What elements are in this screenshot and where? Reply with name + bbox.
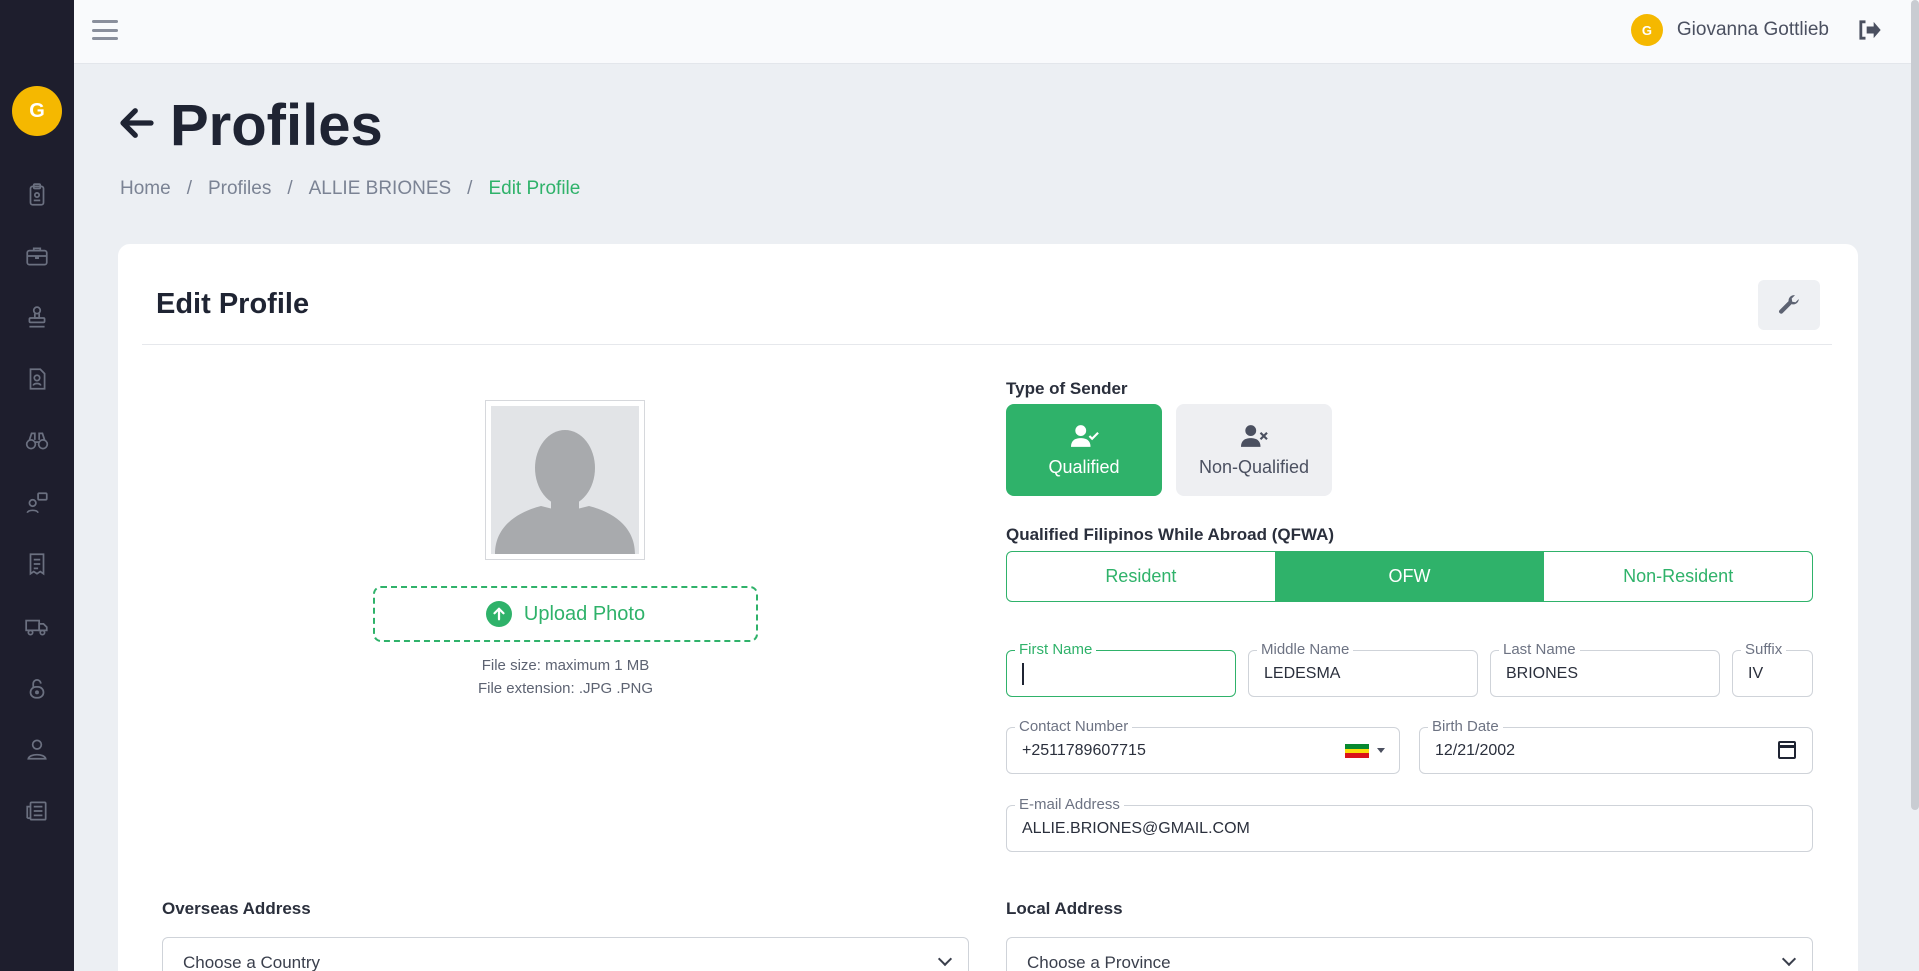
profile-photo bbox=[485, 400, 645, 560]
country-dropdown-icon[interactable] bbox=[1377, 748, 1385, 753]
chevron-down-icon bbox=[937, 951, 953, 967]
breadcrumb-profiles[interactable]: Profiles bbox=[208, 178, 271, 200]
birth-date-field[interactable]: Birth Date 12/21/2002 bbox=[1419, 718, 1813, 774]
upload-photo-label: Upload Photo bbox=[523, 602, 646, 625]
local-address-label: Local Address bbox=[1006, 899, 1123, 918]
overseas-address-label: Overseas Address bbox=[162, 899, 311, 918]
text-cursor bbox=[1022, 663, 1024, 685]
birth-date-value: 12/21/2002 bbox=[1435, 742, 1516, 759]
email-field[interactable]: E-mail Address ALLIE.BRIONES@GMAIL.COM bbox=[1006, 796, 1813, 852]
user-chat-icon[interactable] bbox=[22, 488, 52, 518]
breadcrumb-current: Edit Profile bbox=[488, 178, 581, 199]
qfwa-ofw-option[interactable]: OFW bbox=[1274, 552, 1544, 601]
file-size-note: File size: maximum 1 MB bbox=[481, 657, 650, 674]
breadcrumb: Home / Profiles / ALLIE BRIONES / Edit P… bbox=[120, 178, 580, 200]
edit-profile-card: Edit Profile Upload Photo File size: max… bbox=[118, 244, 1858, 971]
wrench-icon bbox=[1779, 295, 1799, 314]
lock-icon[interactable] bbox=[22, 673, 52, 703]
contact-number-value: +2511789607715 bbox=[1022, 742, 1146, 759]
suffix-label: Suffix bbox=[1741, 641, 1787, 658]
first-name-field[interactable]: First Name bbox=[1006, 641, 1236, 697]
page-title: Profiles bbox=[170, 93, 383, 158]
email-label: E-mail Address bbox=[1015, 796, 1124, 813]
email-value: ALLIE.BRIONES@GMAIL.COM bbox=[1022, 820, 1250, 837]
upload-photo-button[interactable]: Upload Photo bbox=[373, 586, 758, 642]
country-flag-icon[interactable] bbox=[1345, 744, 1369, 758]
province-select-value: Choose a Province bbox=[1027, 953, 1171, 971]
card-title: Edit Profile bbox=[156, 288, 310, 320]
qfwa-non-resident-option[interactable]: Non-Resident bbox=[1543, 552, 1812, 601]
contact-number-label: Contact Number bbox=[1015, 718, 1133, 735]
qfwa-segmented-control: Resident OFW Non-Resident bbox=[1006, 551, 1813, 602]
binoculars-icon[interactable] bbox=[22, 426, 52, 456]
breadcrumb-separator: / bbox=[287, 178, 293, 199]
sender-non-qualified-button[interactable]: Non-Qualified bbox=[1176, 404, 1332, 496]
card-divider bbox=[142, 344, 1832, 345]
truck-icon[interactable] bbox=[22, 611, 52, 641]
last-name-label: Last Name bbox=[1499, 641, 1580, 658]
page-scrollbar[interactable] bbox=[1911, 0, 1919, 810]
upload-arrow-icon bbox=[485, 601, 512, 627]
middle-name-label: Middle Name bbox=[1257, 641, 1354, 658]
last-name-field[interactable]: Last Name BRIONES bbox=[1490, 641, 1720, 697]
briefcase-icon[interactable] bbox=[22, 241, 52, 271]
qfwa-resident-option[interactable]: Resident bbox=[1007, 552, 1275, 601]
chevron-down-icon bbox=[1781, 951, 1797, 967]
user-menu[interactable]: G Giovanna Gottlieb bbox=[1630, 14, 1829, 46]
settings-tool-button[interactable] bbox=[1758, 280, 1820, 330]
country-select[interactable]: Choose a Country bbox=[162, 937, 969, 971]
breadcrumb-separator: / bbox=[186, 178, 192, 199]
sender-non-qualified-label: Non-Qualified bbox=[1198, 456, 1310, 477]
sender-qualified-button[interactable]: Qualified bbox=[1006, 404, 1162, 496]
receipt-icon[interactable] bbox=[22, 549, 52, 579]
middle-name-value: LEDESMA bbox=[1264, 665, 1341, 682]
country-select-value: Choose a Country bbox=[183, 953, 321, 971]
page-header: Profiles bbox=[116, 92, 383, 159]
clipboard-icon[interactable] bbox=[22, 180, 52, 210]
contact-file-icon[interactable] bbox=[22, 364, 52, 394]
stamp-icon[interactable] bbox=[22, 303, 52, 333]
sender-type-label: Type of Sender bbox=[1006, 379, 1128, 398]
logout-icon[interactable] bbox=[1855, 16, 1883, 44]
sidebar: G bbox=[0, 0, 74, 971]
user-avatar: G bbox=[1630, 14, 1663, 46]
calendar-icon[interactable] bbox=[1778, 741, 1796, 759]
back-arrow-icon[interactable] bbox=[116, 102, 158, 149]
breadcrumb-profile-name[interactable]: ALLIE BRIONES bbox=[309, 178, 452, 200]
last-name-value: BRIONES bbox=[1506, 665, 1579, 682]
first-name-label: First Name bbox=[1015, 641, 1097, 658]
contact-number-field[interactable]: Contact Number +2511789607715 bbox=[1006, 718, 1400, 774]
avatar-placeholder-icon bbox=[491, 406, 639, 554]
topbar: G Giovanna Gottlieb bbox=[74, 0, 1919, 64]
qfwa-label: Qualified Filipinos While Abroad (QFWA) bbox=[1006, 525, 1335, 544]
user-name: Giovanna Gottlieb bbox=[1676, 19, 1829, 40]
suffix-field[interactable]: Suffix IV bbox=[1732, 641, 1813, 697]
sidebar-avatar[interactable]: G bbox=[12, 86, 62, 136]
user-x-icon bbox=[1241, 424, 1268, 447]
user-check-icon bbox=[1071, 424, 1099, 447]
sender-qualified-label: Qualified bbox=[1048, 456, 1120, 477]
breadcrumb-separator: / bbox=[467, 178, 473, 199]
suffix-value: IV bbox=[1748, 665, 1764, 682]
user-icon[interactable] bbox=[22, 734, 52, 764]
breadcrumb-home[interactable]: Home bbox=[120, 178, 171, 200]
file-extension-note: File extension: .JPG .PNG bbox=[477, 680, 654, 697]
province-select[interactable]: Choose a Province bbox=[1006, 937, 1813, 971]
birth-date-label: Birth Date bbox=[1428, 718, 1503, 735]
middle-name-field[interactable]: Middle Name LEDESMA bbox=[1248, 641, 1478, 697]
hamburger-menu-icon[interactable] bbox=[92, 18, 118, 42]
newspaper-icon[interactable] bbox=[22, 796, 52, 826]
